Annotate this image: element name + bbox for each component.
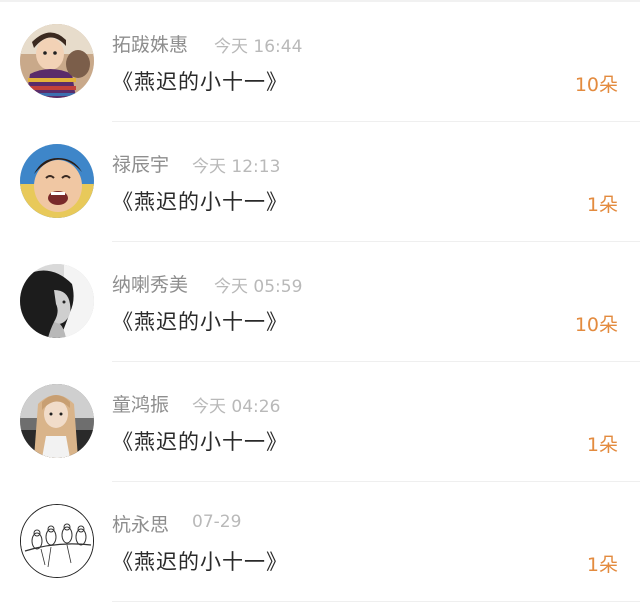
send-time: 今天 12:13 [192,157,281,177]
book-title[interactable]: 《燕迟的小十一》 [112,306,288,336]
list-item[interactable]: 拓跋姝惠 今天 16:44 《燕迟的小十一》 10朵 [0,2,640,122]
book-title[interactable]: 《燕迟的小十一》 [112,546,288,576]
list-item[interactable]: 纳喇秀美 今天 05:59 《燕迟的小十一》 10朵 [0,242,640,362]
gift-amount: 1朵 [586,434,618,456]
birds-on-branch-sketch-icon [21,505,93,577]
send-time: 07-29 [192,512,242,532]
long-hair-girl-icon [20,384,94,458]
gift-amount: 10朵 [574,74,618,96]
send-time: 今天 04:26 [192,397,281,417]
row-divider [112,601,640,602]
gift-amount: 1朵 [586,554,618,576]
avatar[interactable] [20,504,94,578]
gift-amount: 10朵 [574,314,618,336]
sender-name: 杭永思 [112,514,170,536]
list-item[interactable]: 禄辰宇 今天 12:13 《燕迟的小十一》 1朵 [0,122,640,242]
woman-profile-bw-icon [20,264,94,338]
sender-name: 拓跋姝惠 [112,34,189,56]
gift-record-list: 拓跋姝惠 今天 16:44 《燕迟的小十一》 10朵 禄辰宇 今天 12:13 … [0,0,640,603]
list-item[interactable]: 童鸿振 今天 04:26 《燕迟的小十一》 1朵 [0,362,640,482]
avatar[interactable] [20,144,94,218]
book-title[interactable]: 《燕迟的小十一》 [112,426,288,456]
sender-name: 禄辰宇 [112,154,170,176]
book-title[interactable]: 《燕迟的小十一》 [112,66,288,96]
send-time: 今天 05:59 [214,277,303,297]
list-item[interactable]: 杭永思 07-29 《燕迟的小十一》 1朵 [0,482,640,602]
gift-amount: 1朵 [586,194,618,216]
laughing-child-icon [20,144,94,218]
child-in-striped-sweater-icon [20,24,94,98]
sender-name: 纳喇秀美 [112,274,189,296]
avatar[interactable] [20,264,94,338]
sender-name: 童鸿振 [112,394,170,416]
avatar[interactable] [20,384,94,458]
book-title[interactable]: 《燕迟的小十一》 [112,186,288,216]
avatar[interactable] [20,24,94,98]
send-time: 今天 16:44 [214,37,303,57]
